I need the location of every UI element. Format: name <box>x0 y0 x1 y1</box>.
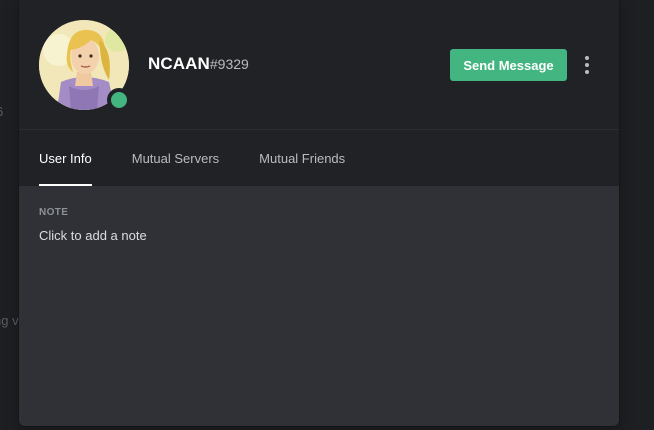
username: NCAAN <box>148 54 210 73</box>
tab-user-info[interactable]: User Info <box>39 131 92 186</box>
profile-header: NCAAN #9329 Send Message User Info Mutua… <box>19 0 619 186</box>
online-status-icon <box>107 88 131 112</box>
user-info-panel: NOTE Click to add a note <box>19 186 619 426</box>
avatar-container <box>39 20 131 112</box>
ellipsis-dot <box>585 70 589 74</box>
background-text-fragment: ng v <box>0 313 19 328</box>
vertical-ellipsis-icon[interactable] <box>579 53 595 77</box>
profile-header-top: NCAAN #9329 Send Message <box>19 0 619 130</box>
tab-mutual-friends[interactable]: Mutual Friends <box>259 131 345 186</box>
ellipsis-dot <box>585 63 589 67</box>
send-message-button[interactable]: Send Message <box>450 49 567 81</box>
note-input[interactable]: Click to add a note <box>39 228 147 243</box>
user-profile-modal: NCAAN #9329 Send Message User Info Mutua… <box>19 0 619 426</box>
discriminator: #9329 <box>209 56 249 72</box>
note-label: NOTE <box>39 207 69 218</box>
username-block: NCAAN #9329 <box>148 54 249 78</box>
background-text-fragment: 6 <box>0 104 3 119</box>
profile-tabs: User Info Mutual Servers Mutual Friends <box>39 131 345 186</box>
tab-mutual-servers[interactable]: Mutual Servers <box>132 131 219 186</box>
ellipsis-dot <box>585 56 589 60</box>
